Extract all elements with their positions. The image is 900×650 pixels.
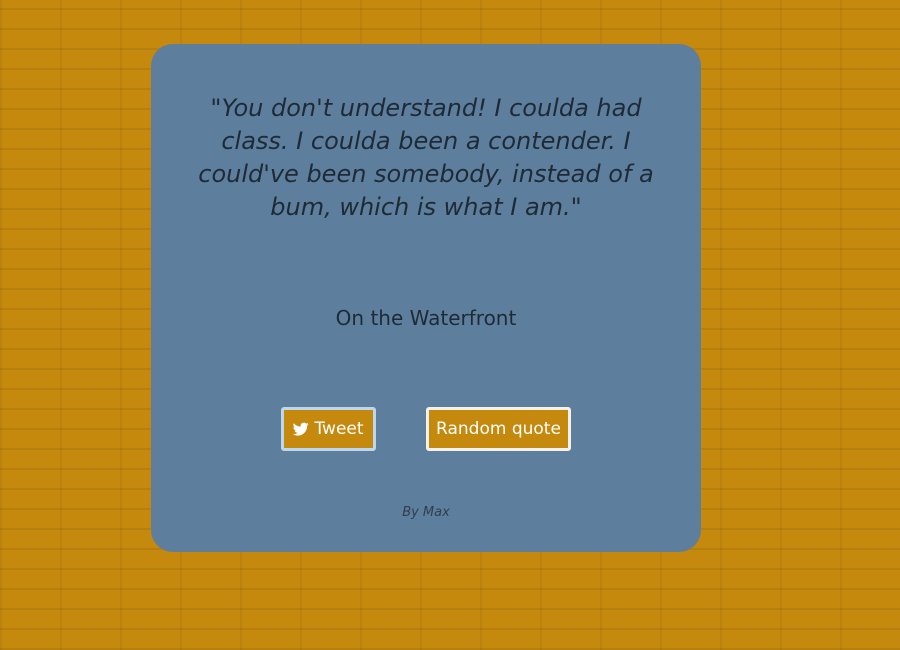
tweet-button-label: Tweet [314,419,364,439]
quote-source: On the Waterfront [335,306,517,330]
quote-card: "You don't understand! I coulda had clas… [151,44,701,552]
random-quote-button-label: Random quote [436,419,561,439]
random-quote-button[interactable]: Random quote [426,407,571,451]
quote-text: "You don't understand! I coulda had clas… [198,94,654,221]
twitter-icon [293,421,310,437]
tweet-button[interactable]: Tweet [281,407,376,451]
author-credit: By Max [402,505,450,520]
